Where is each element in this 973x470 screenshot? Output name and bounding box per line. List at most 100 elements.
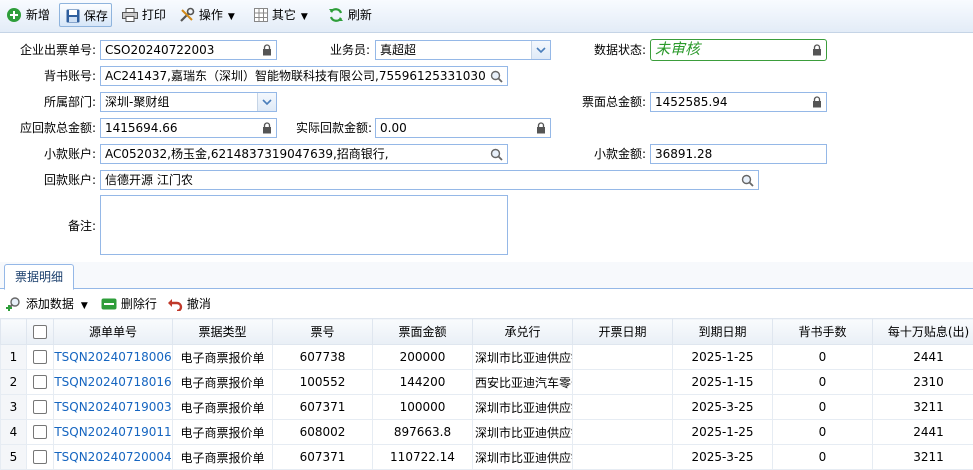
operate-label: 操作 xyxy=(198,8,223,22)
delete-row-label: 删除行 xyxy=(120,297,157,311)
row-checkbox[interactable] xyxy=(26,419,54,445)
src-no-link[interactable]: TSQN20240719011 xyxy=(53,419,173,445)
col-bill-type[interactable]: 票据类型 xyxy=(172,318,273,345)
undo-button[interactable]: 撤消 xyxy=(167,292,211,317)
operate-menu-button[interactable]: 操作 ▼ xyxy=(179,3,235,28)
actual-received-label: 实际回款金额: xyxy=(295,121,372,135)
face-amount-cell: 897663.8 xyxy=(372,419,473,445)
small-amount-field[interactable]: 36891.28 xyxy=(650,144,827,164)
checkbox[interactable] xyxy=(33,350,47,365)
receivable-total-field: 1415694.66 xyxy=(100,118,277,138)
add-label: 新增 xyxy=(25,8,50,22)
return-account-value: 信德开源 江门农 xyxy=(105,173,193,187)
delete-row-button[interactable]: 删除行 xyxy=(101,292,157,317)
return-account-field[interactable]: 信德开源 江门农 xyxy=(100,170,759,190)
due-date-cell: 2025-1-15 xyxy=(672,369,773,395)
select-all-checkbox[interactable] xyxy=(26,318,54,345)
row-number-header xyxy=(0,318,27,345)
other-label: 其它 xyxy=(271,8,296,22)
acceptor-bank-cell: 深圳市比亚迪供应链 xyxy=(472,344,573,370)
search-icon[interactable] xyxy=(490,148,503,161)
print-button[interactable]: 打印 xyxy=(122,3,166,28)
endorse-hands-cell: 0 xyxy=(772,419,873,445)
interest-cell: 2310 xyxy=(872,369,973,395)
plus-icon xyxy=(7,7,21,22)
row-checkbox[interactable] xyxy=(26,394,54,420)
chevron-down-icon[interactable] xyxy=(531,41,550,59)
tools-icon xyxy=(180,7,195,22)
bill-no-cell: 100552 xyxy=(272,369,373,395)
due-date-cell: 2025-3-25 xyxy=(672,394,773,420)
checkbox[interactable] xyxy=(33,400,47,415)
refresh-button[interactable]: 刷新 xyxy=(328,3,372,28)
save-button[interactable]: 保存 xyxy=(59,3,112,27)
dept-value: 深圳-聚财组 xyxy=(105,95,170,109)
add-button[interactable]: 新增 xyxy=(6,3,50,28)
table-row[interactable]: 2 TSQN20240718016 电子商票报价单 100552 144200 … xyxy=(0,369,973,395)
add-search-icon xyxy=(6,296,20,311)
other-menu-button[interactable]: 其它 ▼ xyxy=(254,3,308,28)
interest-cell: 2441 xyxy=(872,344,973,370)
due-date-cell: 2025-1-25 xyxy=(672,344,773,370)
src-no-link[interactable]: TSQN20240719003 xyxy=(53,394,173,420)
lock-icon xyxy=(813,44,821,56)
checkbox[interactable] xyxy=(33,324,47,339)
face-amount-cell: 100000 xyxy=(372,394,473,420)
table-row[interactable]: 1 TSQN20240718006 电子商票报价单 607738 200000 … xyxy=(0,344,973,370)
col-acceptor-bank[interactable]: 承兑行 xyxy=(472,318,573,345)
issue-date-cell xyxy=(572,369,673,395)
printer-icon xyxy=(122,7,138,22)
endorse-hands-cell: 0 xyxy=(772,369,873,395)
checkbox[interactable] xyxy=(33,375,47,390)
bill-type-cell: 电子商票报价单 xyxy=(172,444,273,470)
src-no-link[interactable]: TSQN20240718016 xyxy=(53,369,173,395)
endorse-account-field[interactable]: AC241437,嘉瑞东（深圳）智能物联科技有限公司,7559612533103… xyxy=(100,66,508,86)
refresh-icon xyxy=(329,7,343,22)
bill-type-cell: 电子商票报价单 xyxy=(172,369,273,395)
tab-bill-detail[interactable]: 票据明细 xyxy=(4,264,74,290)
checkbox[interactable] xyxy=(33,450,47,465)
col-src-no[interactable]: 源单单号 xyxy=(53,318,173,345)
src-no-link[interactable]: TSQN20240718006 xyxy=(53,344,173,370)
src-no-link[interactable]: TSQN20240720004 xyxy=(53,444,173,470)
small-account-label: 小款账户: xyxy=(43,147,96,161)
row-checkbox[interactable] xyxy=(26,369,54,395)
row-number: 1 xyxy=(0,344,27,370)
bill-no-field[interactable]: CSO20240722003 xyxy=(100,40,277,60)
row-checkbox[interactable] xyxy=(26,344,54,370)
detail-tabs: 票据明细 xyxy=(0,262,973,290)
remark-textarea[interactable] xyxy=(100,195,508,255)
table-row[interactable]: 4 TSQN20240719011 电子商票报价单 608002 897663.… xyxy=(0,419,973,445)
small-account-value: AC052032,杨玉金,6214837319047639,招商银行, xyxy=(105,147,389,161)
bill-no-cell: 607371 xyxy=(272,444,373,470)
salesman-select[interactable]: 真超超 xyxy=(375,40,551,60)
chevron-down-icon: ▼ xyxy=(300,12,308,22)
face-total-label: 票面总金额: xyxy=(581,95,646,109)
search-icon[interactable] xyxy=(741,174,754,187)
small-account-field[interactable]: AC052032,杨玉金,6214837319047639,招商银行, xyxy=(100,144,508,164)
col-interest-per-100k[interactable]: 每十万贴息(出) xyxy=(872,318,973,345)
col-bill-no[interactable]: 票号 xyxy=(272,318,373,345)
col-face-amount[interactable]: 票面金额 xyxy=(372,318,473,345)
chevron-down-icon[interactable] xyxy=(257,93,276,111)
checkbox[interactable] xyxy=(33,425,47,440)
add-data-button[interactable]: 添加数据 ▼ xyxy=(6,292,88,317)
row-checkbox[interactable] xyxy=(26,444,54,470)
col-issue-date[interactable]: 开票日期 xyxy=(572,318,673,345)
minus-icon xyxy=(101,298,117,309)
table-row[interactable]: 5 TSQN20240720004 电子商票报价单 607371 110722.… xyxy=(0,444,973,470)
bill-no-cell: 608002 xyxy=(272,419,373,445)
dept-select[interactable]: 深圳-聚财组 xyxy=(100,92,277,112)
table-row[interactable]: 3 TSQN20240719003 电子商票报价单 607371 100000 … xyxy=(0,394,973,420)
row-number: 4 xyxy=(0,419,27,445)
col-due-date[interactable]: 到期日期 xyxy=(672,318,773,345)
small-amount-label: 小款金额: xyxy=(593,147,646,161)
bill-type-cell: 电子商票报价单 xyxy=(172,344,273,370)
issue-date-cell xyxy=(572,344,673,370)
bill-no-cell: 607371 xyxy=(272,394,373,420)
refresh-label: 刷新 xyxy=(347,8,372,22)
issue-date-cell xyxy=(572,419,673,445)
interest-cell: 3211 xyxy=(872,444,973,470)
search-icon[interactable] xyxy=(490,70,503,83)
col-endorse-hands[interactable]: 背书手数 xyxy=(772,318,873,345)
